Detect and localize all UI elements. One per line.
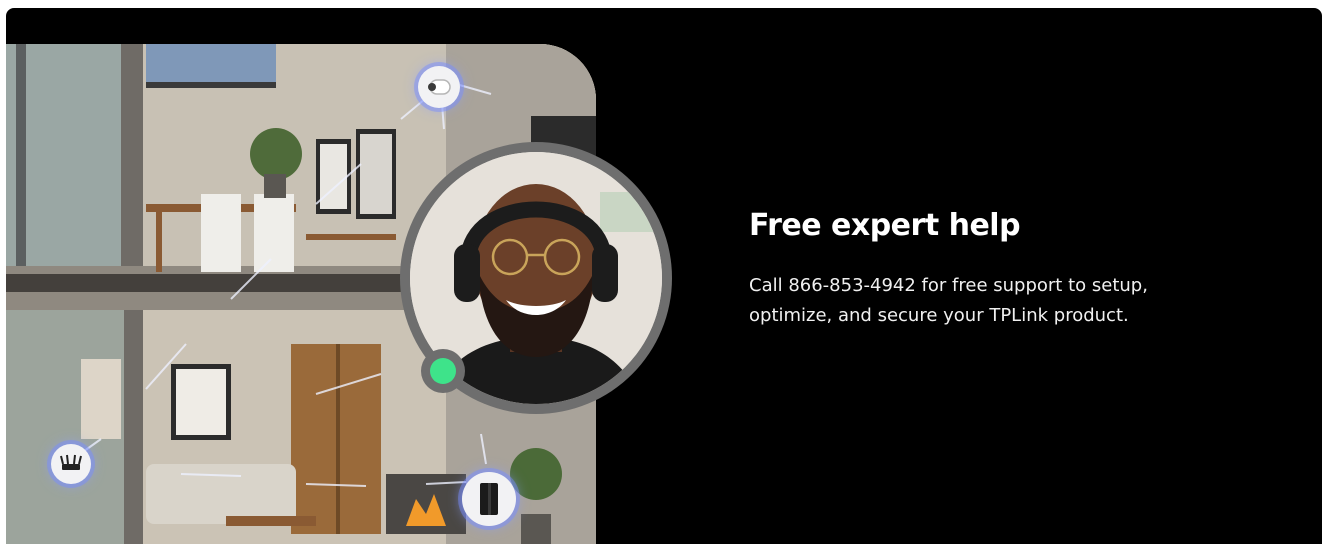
promo-title: Free expert help bbox=[749, 208, 1021, 243]
promo-copy: Free expert help Call 866-853-4942 for f… bbox=[749, 208, 1269, 331]
promo-description: Call 866-853-4942 for free support to se… bbox=[749, 271, 1269, 331]
online-status-icon bbox=[421, 349, 465, 393]
support-banner: Free expert help Call 866-853-4942 for f… bbox=[6, 8, 1322, 544]
mesh-node-icon bbox=[462, 472, 516, 526]
router-icon bbox=[51, 444, 91, 484]
security-camera-icon bbox=[418, 66, 460, 108]
promo-description-line-2: optimize, and secure your TPLink product… bbox=[749, 305, 1129, 326]
promo-description-line-1: Call 866-853-4942 for free support to se… bbox=[749, 275, 1148, 296]
